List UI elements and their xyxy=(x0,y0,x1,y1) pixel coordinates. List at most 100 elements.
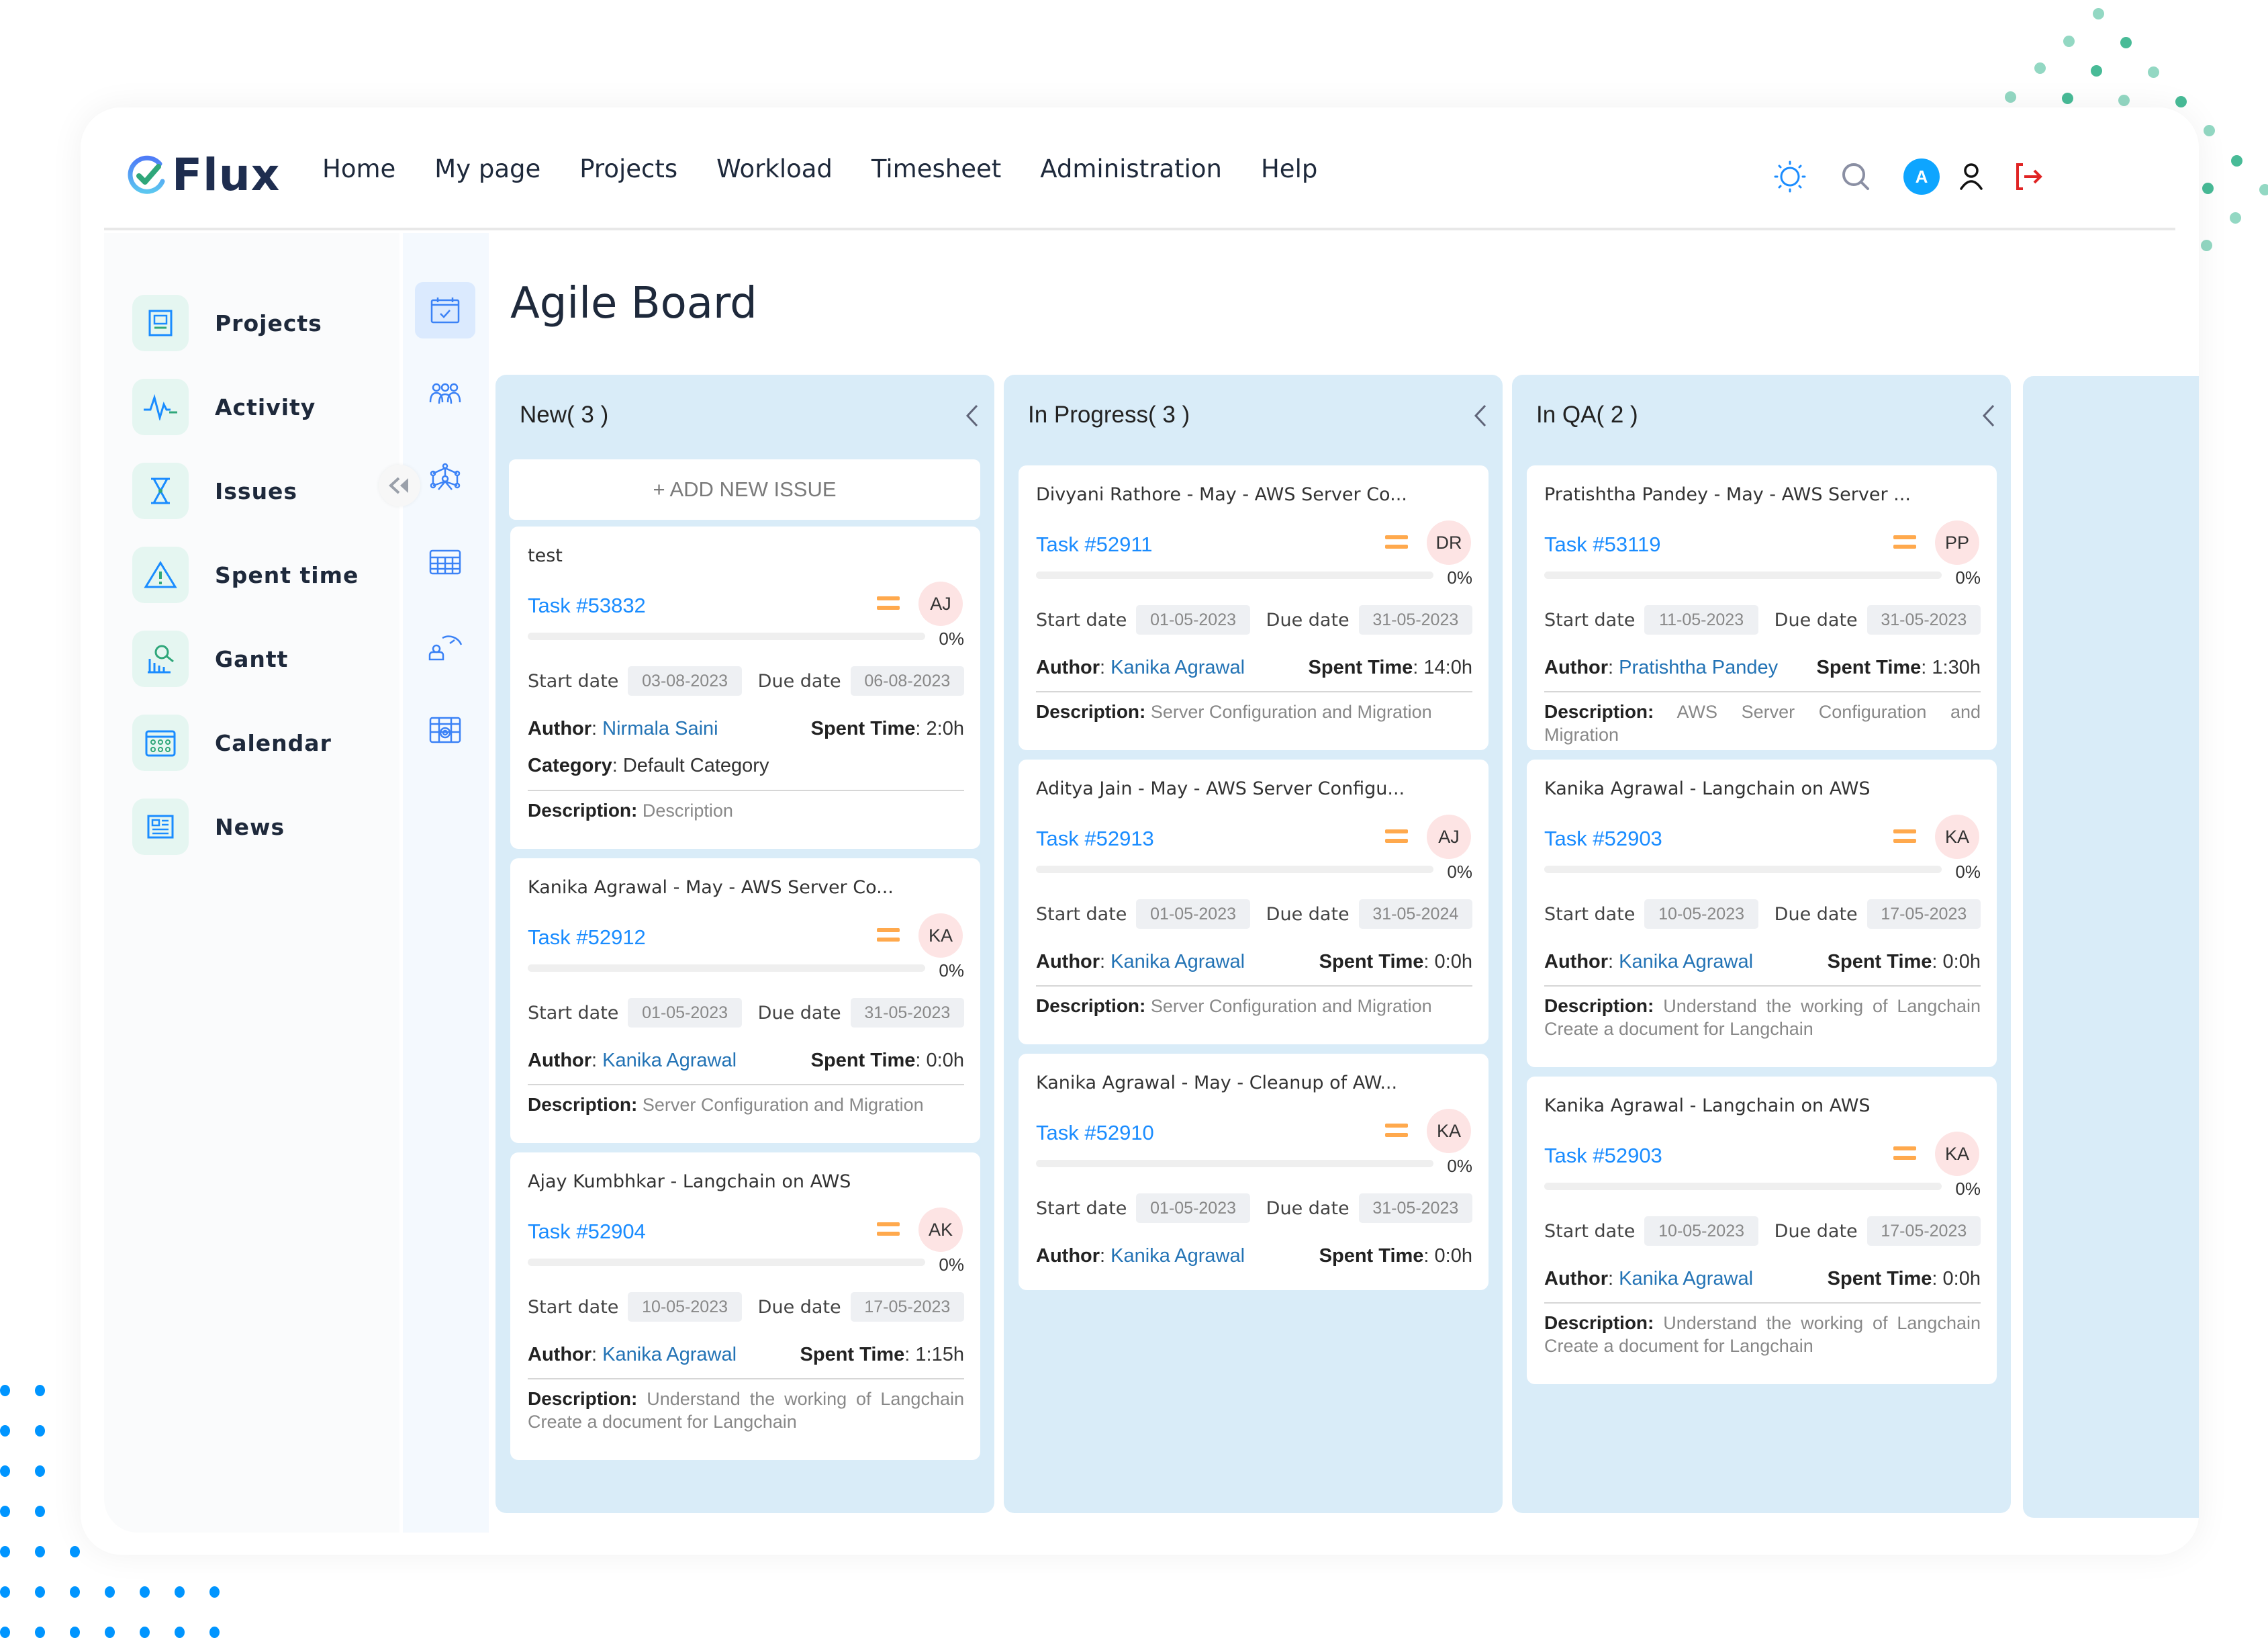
rail-performance[interactable] xyxy=(415,618,475,674)
sidebar-item-calendar[interactable]: Calendar xyxy=(132,715,332,771)
issue-card[interactable]: Pratishtha Pandey - May - AWS Server ...… xyxy=(1527,465,1997,750)
description-label: Description: xyxy=(1036,995,1146,1016)
decorative-dot xyxy=(0,1586,10,1598)
nav-projects[interactable]: Projects xyxy=(579,154,677,183)
assignee-avatar: AK xyxy=(918,1208,963,1252)
task-link[interactable]: Task #52913 xyxy=(1036,827,1154,851)
author-name[interactable]: Kanika Agrawal xyxy=(1619,1268,1753,1289)
spent-time-label: Spent Time xyxy=(800,1344,905,1365)
add-new-issue-button[interactable]: + ADD NEW ISSUE xyxy=(509,459,980,520)
card-title: Ajay Kumbhkar - Langchain on AWS xyxy=(528,1171,851,1192)
spent-time-value: 0:0h xyxy=(1942,1268,1981,1289)
rail-team[interactable] xyxy=(415,366,475,422)
decorative-dot xyxy=(0,1506,10,1517)
due-date-value: 31-05-2024 xyxy=(1358,899,1472,929)
main-nav: Home My page Projects Workload Timesheet… xyxy=(322,154,1356,183)
sidebar-label: Issues xyxy=(215,477,298,504)
profile-button[interactable] xyxy=(1952,158,1990,195)
sidebar-item-issues[interactable]: Issues xyxy=(132,463,297,519)
author-name[interactable]: Kanika Agrawal xyxy=(602,1050,737,1071)
collapse-column-button[interactable] xyxy=(958,400,985,431)
page-title: Agile Board xyxy=(510,279,757,328)
task-link[interactable]: Task #52903 xyxy=(1544,827,1662,851)
issue-card[interactable]: Kanika Agrawal - May - Cleanup of AW... T… xyxy=(1019,1054,1489,1290)
card-title: Divyani Rathore - May - AWS Server Co... xyxy=(1036,484,1407,505)
spent-time-label: Spent Time xyxy=(1827,1268,1932,1289)
author-name[interactable]: Kanika Agrawal xyxy=(1111,657,1245,678)
task-link[interactable]: Task #52903 xyxy=(1544,1144,1662,1168)
task-link[interactable]: Task #52904 xyxy=(528,1220,646,1244)
nav-timesheet[interactable]: Timesheet xyxy=(871,154,1001,183)
date-row: Start date 01-05-2023 Due date 31-05-2024 xyxy=(1036,899,1472,929)
issue-card[interactable]: Divyani Rathore - May - AWS Server Co...… xyxy=(1019,465,1489,750)
decorative-dot xyxy=(2231,155,2242,167)
issue-card[interactable]: Kanika Agrawal - Langchain on AWS Task #5… xyxy=(1527,1077,1997,1384)
collapse-sidebar-button[interactable] xyxy=(379,465,420,506)
sidebar-item-news[interactable]: News xyxy=(132,799,285,855)
assignee-avatar: KA xyxy=(1427,1109,1471,1153)
description-value: Server Configuration and Migration xyxy=(1150,702,1432,722)
theme-toggle-button[interactable] xyxy=(1771,158,1809,195)
rail-network[interactable] xyxy=(415,450,475,506)
sidebar-item-spent-time[interactable]: Spent time xyxy=(132,547,359,603)
divider xyxy=(1544,691,1981,692)
author-name[interactable]: Nirmala Saini xyxy=(602,718,718,739)
author-name[interactable]: Kanika Agrawal xyxy=(1111,1245,1245,1267)
task-link[interactable]: Task #52910 xyxy=(1036,1121,1154,1145)
author-name[interactable]: Pratishtha Pandey xyxy=(1619,657,1778,678)
task-link[interactable]: Task #52911 xyxy=(1036,533,1153,557)
nav-help[interactable]: Help xyxy=(1261,154,1317,183)
assignee-avatar: KA xyxy=(918,913,963,958)
priority-normal-icon xyxy=(1893,535,1916,550)
sidebar-label: News xyxy=(215,813,285,840)
collapse-column-button[interactable] xyxy=(1975,400,2001,431)
issue-card[interactable]: Kanika Agrawal - Langchain on AWS Task #5… xyxy=(1527,760,1997,1067)
issue-card[interactable]: Aditya Jain - May - AWS Server Configu..… xyxy=(1019,760,1489,1044)
rail-settings-grid[interactable] xyxy=(415,702,475,758)
sidebar-item-gantt[interactable]: Gantt xyxy=(132,631,288,687)
search-button[interactable] xyxy=(1837,158,1875,195)
collapse-column-button[interactable] xyxy=(1466,400,1493,431)
hourglass-icon xyxy=(132,463,189,519)
nav-administration[interactable]: Administration xyxy=(1040,154,1222,183)
user-icon xyxy=(1960,163,1983,190)
decorative-dot xyxy=(2230,212,2241,224)
sidebar-item-activity[interactable]: Activity xyxy=(132,379,316,435)
progress-percent: 0% xyxy=(1447,1156,1472,1176)
decorative-dot xyxy=(0,1385,10,1396)
decorative-dot xyxy=(2148,66,2159,78)
nav-home[interactable]: Home xyxy=(322,154,395,183)
author-name[interactable]: Kanika Agrawal xyxy=(602,1344,737,1365)
nav-my-page[interactable]: My page xyxy=(434,154,540,183)
rail-table[interactable] xyxy=(415,534,475,590)
issue-card[interactable]: test Task #53832 AJ 0% Start date 03-08-2023 D… xyxy=(510,527,980,849)
due-date-label: Due date xyxy=(1266,1197,1350,1219)
logo[interactable]: Flux xyxy=(126,149,280,201)
divider xyxy=(528,790,964,791)
task-link[interactable]: Task #53832 xyxy=(528,594,646,618)
rail-agile-board[interactable] xyxy=(415,282,475,338)
due-date-label: Due date xyxy=(1774,903,1858,925)
issue-card[interactable]: Ajay Kumbhkar - Langchain on AWS Task #52… xyxy=(510,1152,980,1460)
column-header: In QA( 2 ) xyxy=(1536,402,1638,428)
logout-button[interactable] xyxy=(2010,158,2048,195)
issue-card[interactable]: Kanika Agrawal - May - AWS Server Co... T… xyxy=(510,858,980,1143)
date-row: Start date 11-05-2023 Due date 31-05-2023 xyxy=(1544,605,1981,635)
spent-time-value: 0:0h xyxy=(1434,951,1472,972)
date-row: Start date 10-05-2023 Due date 17-05-2023 xyxy=(1544,1216,1981,1246)
account-avatar[interactable]: A xyxy=(1903,158,1940,195)
task-link[interactable]: Task #53119 xyxy=(1544,533,1661,557)
sidebar-item-projects[interactable]: Projects xyxy=(132,295,322,351)
warning-triangle-icon xyxy=(132,547,189,603)
description-label: Description: xyxy=(528,1388,638,1409)
author-name[interactable]: Kanika Agrawal xyxy=(1619,951,1753,972)
priority-normal-icon xyxy=(877,1222,900,1237)
nav-workload[interactable]: Workload xyxy=(716,154,833,183)
start-date-label: Start date xyxy=(1544,1220,1636,1242)
due-date-label: Due date xyxy=(1774,609,1858,631)
author-name[interactable]: Kanika Agrawal xyxy=(1111,951,1245,972)
priority-normal-icon xyxy=(877,596,900,611)
task-link[interactable]: Task #52912 xyxy=(528,925,646,950)
spent-time-field: Spent Time: 0:0h xyxy=(1827,1268,1981,1289)
priority-normal-icon xyxy=(1385,535,1408,550)
